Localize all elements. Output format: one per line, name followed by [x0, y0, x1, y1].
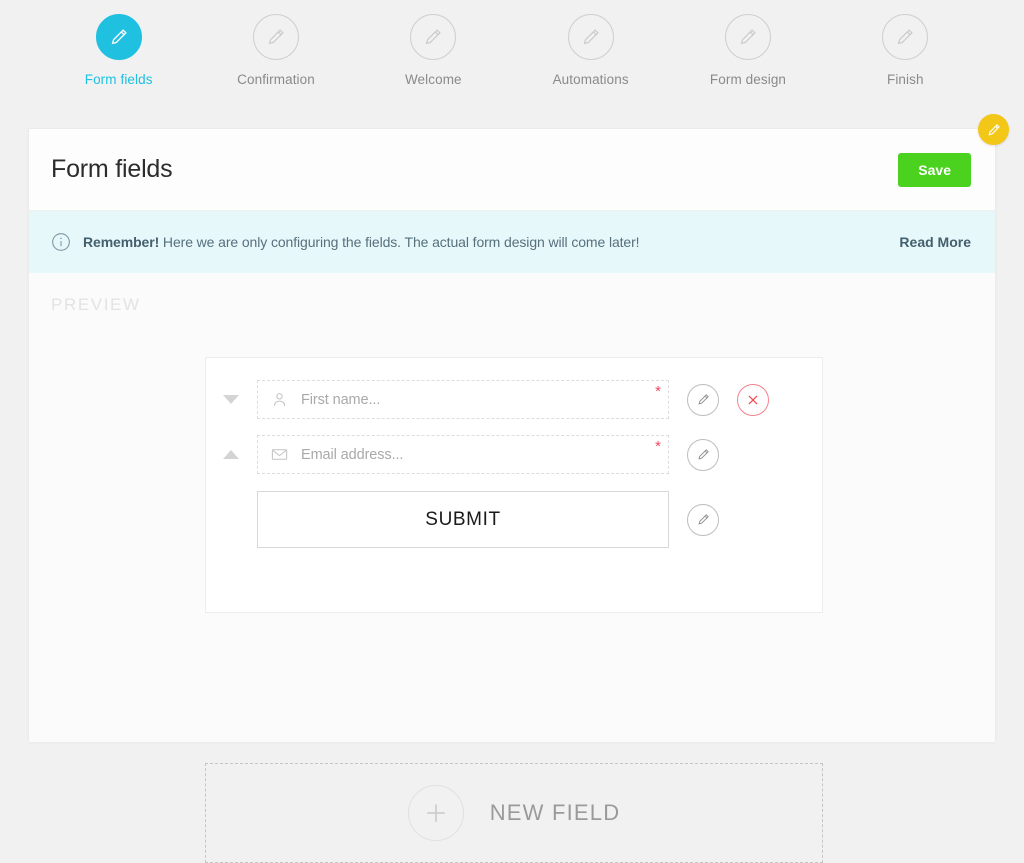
- info-circle-icon: [51, 232, 71, 252]
- step-circle: [724, 14, 771, 60]
- save-button[interactable]: Save: [898, 152, 971, 187]
- step-confirmation[interactable]: Confirmation: [197, 14, 354, 87]
- envelope-icon: [270, 445, 294, 464]
- pencil-icon: [697, 394, 709, 405]
- pencil-icon: [268, 29, 284, 45]
- preview-label: PREVIEW: [51, 295, 141, 314]
- user-icon: [270, 390, 294, 409]
- step-circle: [882, 14, 929, 60]
- pencil-icon: [111, 29, 127, 45]
- step-circle: [252, 14, 299, 60]
- field-row: Email address... *: [206, 435, 822, 474]
- banner-message: Remember! Here we are only configuring t…: [83, 234, 899, 250]
- new-field-button[interactable]: NEW FIELD: [205, 763, 823, 863]
- submit-row: SUBMIT: [206, 491, 822, 548]
- pencil-icon: [898, 29, 914, 45]
- required-asterisk: *: [655, 383, 661, 400]
- pencil-icon: [988, 123, 1000, 135]
- triangle-down-icon[interactable]: [218, 395, 244, 404]
- close-x-icon: [748, 394, 758, 405]
- edit-fab-button[interactable]: [978, 114, 1009, 145]
- pencil-icon: [426, 29, 442, 45]
- form-fields-card: Form fields Save Remember! Here we are o…: [28, 114, 1009, 863]
- required-asterisk: *: [655, 438, 661, 455]
- pencil-icon: [697, 449, 709, 460]
- step-circle: [410, 14, 457, 60]
- step-automations[interactable]: Automations: [512, 14, 669, 87]
- pencil-icon: [740, 29, 756, 45]
- wizard-stepper: Form fields Confirmation Welcome Automat…: [0, 0, 1024, 110]
- edit-field-button[interactable]: [687, 383, 719, 416]
- field-row: First name... *: [206, 380, 822, 419]
- first-name-placeholder: First name...: [301, 391, 381, 408]
- banner-body-text: Here we are only configuring the fields.…: [159, 234, 640, 250]
- email-address-field[interactable]: Email address... *: [257, 435, 669, 474]
- form-preview-panel: First name... * Email address... * SUBMI…: [205, 357, 823, 613]
- step-form-design[interactable]: Form design: [669, 14, 826, 87]
- step-label: Finish: [886, 72, 924, 87]
- step-label: Welcome: [404, 72, 462, 87]
- step-welcome[interactable]: Welcome: [355, 14, 512, 87]
- new-field-label: NEW FIELD: [489, 800, 621, 825]
- step-circle: [567, 14, 614, 60]
- plus-circle-icon: [407, 785, 464, 841]
- step-label: Form fields: [84, 72, 153, 87]
- card-header: Form fields Save: [29, 129, 995, 211]
- step-label: Confirmation: [237, 72, 315, 87]
- first-name-field[interactable]: First name... *: [257, 380, 669, 419]
- pencil-icon: [583, 29, 599, 45]
- page-title: Form fields: [51, 155, 173, 183]
- step-circle: [95, 14, 142, 60]
- submit-button[interactable]: SUBMIT: [257, 491, 669, 548]
- info-banner: Remember! Here we are only configuring t…: [29, 211, 995, 273]
- banner-bold-text: Remember!: [83, 234, 160, 250]
- step-finish[interactable]: Finish: [827, 14, 984, 87]
- email-address-placeholder: Email address...: [301, 446, 404, 463]
- pencil-icon: [697, 514, 709, 525]
- triangle-up-icon[interactable]: [218, 450, 244, 459]
- step-form-fields[interactable]: Form fields: [40, 14, 197, 87]
- edit-submit-button[interactable]: [687, 503, 719, 536]
- edit-field-button[interactable]: [687, 438, 719, 471]
- step-label: Automations: [552, 72, 629, 87]
- preview-area: PREVIEW First name... * Email address...…: [29, 273, 995, 863]
- delete-field-button[interactable]: [737, 383, 769, 416]
- read-more-link[interactable]: Read More: [899, 234, 971, 250]
- step-label: Form design: [709, 72, 787, 87]
